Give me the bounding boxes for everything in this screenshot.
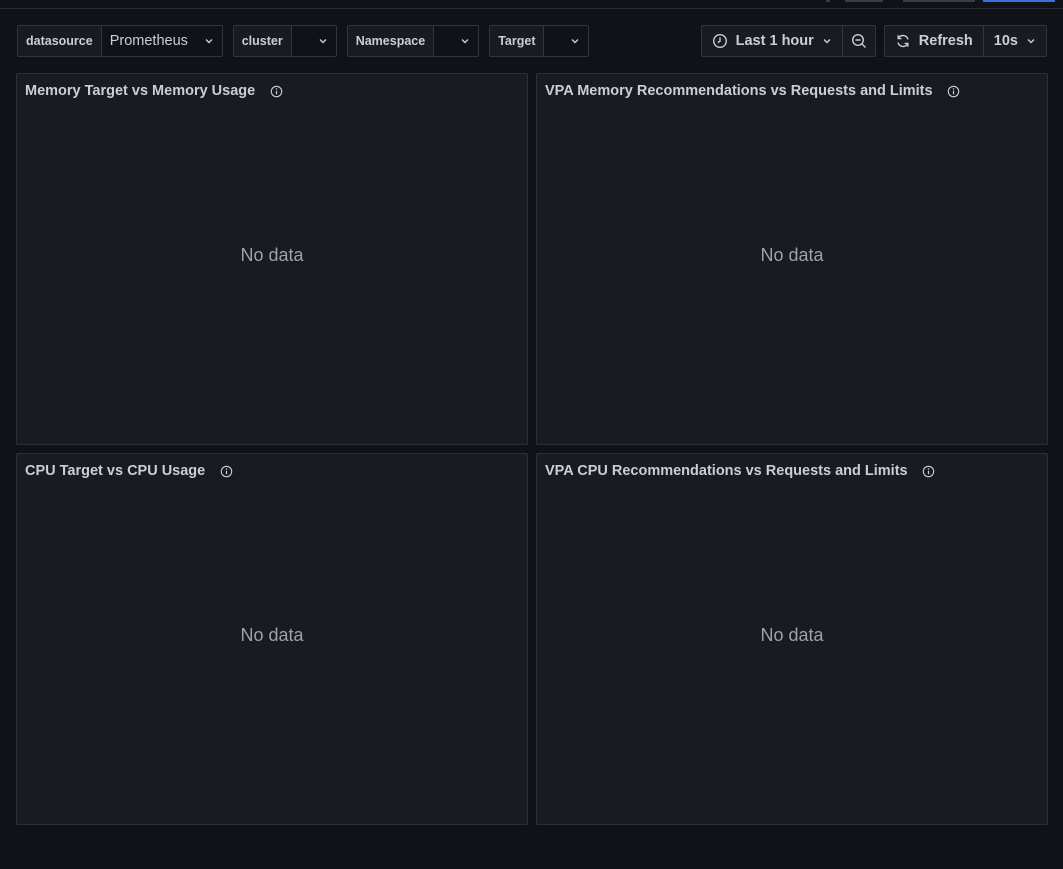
panel-cpu-target[interactable]: CPU Target vs CPU Usage No data [16,453,528,825]
variable-label: Namespace [346,25,434,57]
no-data-message: No data [760,245,824,265]
chevron-down-icon [204,36,214,46]
toolbar-fragment [903,0,975,2]
chevron-down-icon [460,36,470,46]
toolbar-fragment [826,0,830,2]
variable-value: Prometheus [109,33,188,49]
info-icon[interactable] [922,464,936,478]
top-toolbar-edge [0,0,1063,9]
refresh-button[interactable]: Refresh [885,26,983,56]
panel-title: CPU Target vs CPU Usage [25,463,206,479]
refresh-interval-picker[interactable]: 10s [982,26,1046,56]
dashboard-controls: Last 1 hour Refresh 10s [700,25,1047,57]
datasource-select[interactable]: Prometheus [100,25,223,57]
panel-vpa-memory-recommendations[interactable]: VPA Memory Recommendations vs Requests a… [536,73,1048,445]
panel-vpa-cpu-recommendations[interactable]: VPA CPU Recommendations vs Requests and … [536,453,1048,825]
clock-icon [712,33,728,49]
chevron-down-icon [318,36,328,46]
panel-header: Memory Target vs Memory Usage [25,82,519,100]
variable-datasource: datasource Prometheus [17,25,223,57]
panel-header: CPU Target vs CPU Usage [25,462,519,480]
info-icon[interactable] [947,84,961,98]
no-data-message: No data [240,625,304,645]
variable-target: Target [489,25,590,57]
time-range-picker[interactable]: Last 1 hour [702,26,842,56]
variable-label: datasource [17,25,101,57]
namespace-select[interactable] [433,25,480,57]
panel-title: Memory Target vs Memory Usage [25,83,256,99]
variable-label: Target [489,25,544,57]
zoom-out-icon [851,33,867,49]
no-data-message: No data [760,625,824,645]
time-picker-group: Last 1 hour [700,25,876,57]
chevron-down-icon [570,36,580,46]
panel-header: VPA Memory Recommendations vs Requests a… [545,82,1039,100]
toolbar-fragment-primary [983,0,1055,2]
target-select[interactable] [543,25,590,57]
time-range-label: Last 1 hour [735,33,814,49]
zoom-out-button[interactable] [841,26,875,56]
refresh-label: Refresh [918,33,973,49]
refresh-icon [895,33,911,49]
panel-header: VPA CPU Recommendations vs Requests and … [545,462,1039,480]
panel-title: VPA Memory Recommendations vs Requests a… [545,83,933,99]
refresh-group: Refresh 10s [883,25,1047,57]
info-icon[interactable] [269,84,283,98]
variables-bar: datasource Prometheus cluster Namespace … [17,25,590,57]
variable-namespace: Namespace [346,25,480,57]
info-icon[interactable] [219,464,233,478]
chevron-down-icon [822,36,832,46]
panel-memory-target[interactable]: Memory Target vs Memory Usage No data [16,73,528,445]
panel-title: VPA CPU Recommendations vs Requests and … [545,463,908,479]
no-data-message: No data [240,245,304,265]
cluster-select[interactable] [290,25,337,57]
variable-label: cluster [232,25,291,57]
variable-cluster: cluster [232,25,337,57]
chevron-down-icon [1026,36,1036,46]
toolbar-fragment [845,0,883,2]
refresh-interval-value: 10s [993,33,1018,49]
